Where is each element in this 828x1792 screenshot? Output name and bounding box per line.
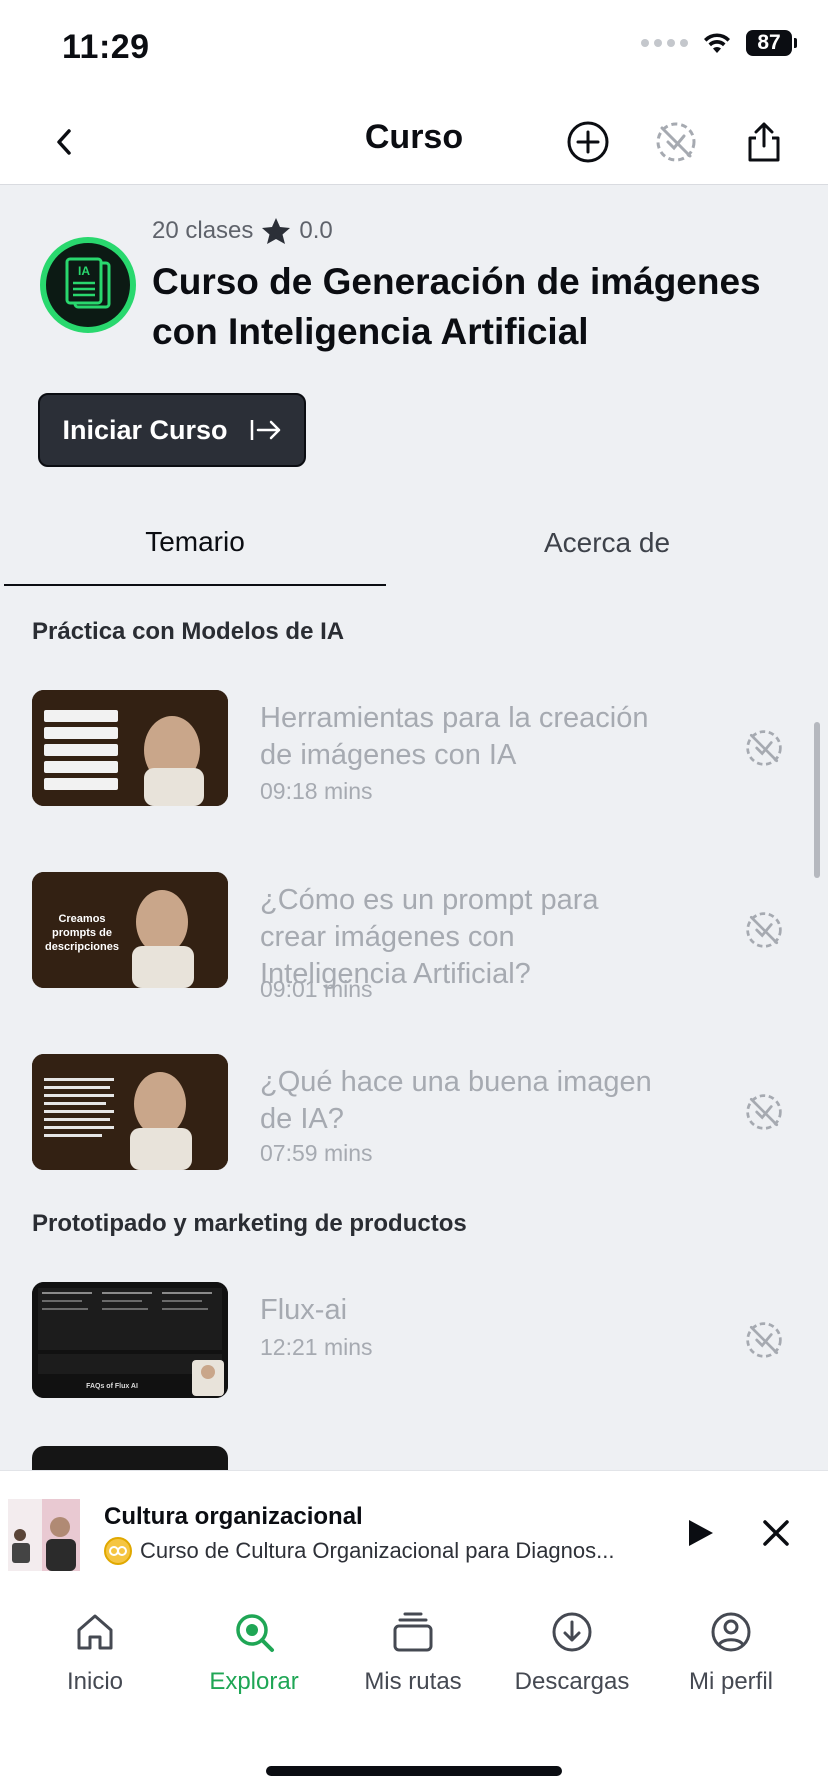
lesson-item[interactable]: Creamos prompts de descripciones ¿Cómo e… [0,872,828,1002]
lesson-item[interactable]: Herramientas para la creación de imágene… [0,690,828,820]
plus-circle-icon [567,121,609,163]
play-button[interactable] [680,1513,720,1553]
check-disabled-icon [656,122,696,162]
mark-complete-button[interactable] [742,1090,786,1134]
tab-inicio[interactable]: Inicio [20,1610,170,1720]
lesson-title: ¿Qué hace una buena imagen de IA? [260,1066,652,1135]
tab-acerca-de[interactable]: Acerca de [414,500,800,586]
section-title: Práctica con Modelos de IA [32,618,345,645]
course-badge-icon [104,1537,132,1565]
battery-indicator: 87 [746,30,797,56]
stack-icon [393,1612,433,1652]
mini-player-course: Curso de Cultura Organizacional para Dia… [140,1538,615,1563]
lesson-thumbnail [32,1054,228,1170]
start-course-button[interactable]: Iniciar Curso [38,393,306,467]
tab-mis-rutas[interactable]: Mis rutas [338,1610,488,1720]
explore-icon [236,1614,274,1652]
lesson-item[interactable] [0,1446,828,1470]
tab-explorar[interactable]: Explorar [179,1610,329,1720]
check-disabled-icon [746,730,782,766]
class-count: 20 clases [152,217,254,244]
status-icons: 87 [641,30,797,56]
svg-text:Creamos: Creamos [58,913,105,925]
mark-complete-button[interactable] [742,908,786,952]
tab-label: Descargas [514,1668,630,1695]
navigation-bar: Curso [0,100,828,185]
check-disabled-icon [746,1322,782,1358]
check-disabled-icon [746,912,782,948]
tab-descargas[interactable]: Descargas [497,1610,647,1720]
lesson-duration: 07:59 mins [260,1140,373,1166]
lesson-duration: 09:01 mins [260,976,373,1002]
lesson-title: Herramientas para la creación de imágene… [260,702,649,771]
lesson-thumbnail [32,690,228,806]
status-bar: 11:29 87 [0,0,828,100]
document-icon: IA [65,257,111,309]
lesson-duration: 12:21 mins [260,1334,373,1360]
add-button[interactable] [562,116,614,168]
page-title: Curso [364,118,464,156]
lesson-item[interactable]: ¿Qué hace una buena imagen de IA? 07:59 … [0,1054,828,1184]
tab-mi-perfil[interactable]: Mi perfil [656,1610,806,1720]
close-icon [763,1520,789,1546]
status-time: 11:29 [62,28,150,66]
course-rating: 0.0 [299,217,333,244]
cellular-signal-icon [641,39,688,47]
mini-player-thumbnail [8,1499,80,1571]
tab-label: Mi perfil [688,1668,773,1695]
mark-complete-button[interactable] [742,1318,786,1362]
svg-text:prompts de: prompts de [52,927,112,939]
course-tabs: Temario Acerca de [0,500,828,586]
svg-text:FAQs of Flux AI: FAQs of Flux AI [86,1383,138,1390]
lesson-item[interactable]: FAQs of Flux AI Flux-ai 12:21 mins [0,1282,828,1412]
play-icon [689,1520,713,1546]
profile-icon [711,1612,751,1652]
arrow-right-bar-icon [250,420,280,440]
home-icon [77,1614,113,1650]
bottom-tab-bar: Inicio Explorar Mis rutas Descargas Mi p… [0,1590,828,1792]
course-badge: IA [40,237,136,333]
share-icon [748,122,780,162]
start-course-label: Iniciar Curso [62,414,228,445]
close-button[interactable] [756,1513,796,1553]
check-disabled-icon [746,1094,782,1130]
star-icon [262,218,291,244]
download-icon [552,1612,592,1652]
lesson-duration: 09:18 mins [260,778,373,804]
tab-temario[interactable]: Temario [4,500,386,586]
lesson-thumbnail: FAQs of Flux AI [32,1282,228,1398]
tab-label: Inicio [66,1668,124,1695]
mini-player-subtitle: Curso de Cultura Organizacional para Dia… [104,1537,614,1565]
share-button[interactable] [738,116,790,168]
course-meta: 20 clases 0.0 [152,217,333,245]
lesson-title: Flux-ai [260,1294,348,1326]
svg-text:descripciones: descripciones [45,941,119,953]
tab-label: Explorar [209,1668,299,1695]
scrollbar[interactable] [814,722,820,878]
lesson-thumbnail [32,1446,228,1470]
wifi-icon [704,33,730,53]
course-title: Curso de Generación de imágenes con Inte… [152,261,761,352]
tab-label: Mis rutas [364,1668,462,1695]
lesson-thumbnail: Creamos prompts de descripciones [32,872,228,988]
section-title: Prototipado y marketing de productos [32,1210,467,1237]
mini-player-title: Cultura organizacional [104,1503,363,1530]
badge-label: IA [78,264,90,278]
mark-complete-button[interactable] [650,116,702,168]
home-indicator [266,1766,562,1776]
mini-player[interactable]: Cultura organizacional Curso de Cultura … [0,1470,828,1591]
mark-complete-button[interactable] [742,726,786,770]
